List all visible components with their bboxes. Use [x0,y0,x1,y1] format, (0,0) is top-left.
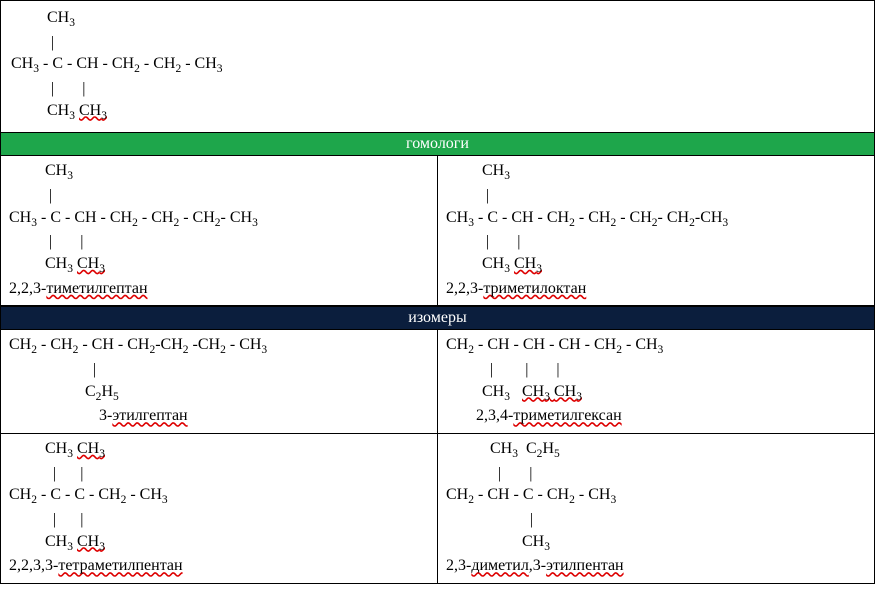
formula-line: CH3 CH3 [9,253,429,278]
isomers-row-1: CH2 - CH2 - CH - CH2-CH2 -CH2 - CH3 | C2… [1,330,874,434]
isomer-cell-2: CH2 - CH - CH - CH - CH2 - CH3 | | | CH3… [437,330,874,433]
formula-line: CH3 CH3 [446,253,866,278]
top-formula: CH3 | CH3 - C - CH - CH2 - CH2 - CH3 | |… [1,1,874,132]
formula-line: CH2 - CH - CH - CH - CH2 - CH3 [446,334,866,359]
formula-line: CH3 C2H5 [446,438,866,463]
formula-line: | [446,509,866,531]
formula-line: | [11,32,864,54]
homolog-cell-1: CH3 | CH3 - C - CH - CH2 - CH2 - CH2- CH… [1,156,437,305]
formula-line: CH3 [446,531,866,556]
formula-line: | | [446,231,866,253]
formula-line: CH3 - C - CH - CH2 - CH2 - CH3 [11,53,864,78]
formula-line: | [446,185,866,207]
formula-line: CH2 - C - C - CH2 - CH3 [9,484,429,509]
compound-name: 3-этилгептан [9,405,429,427]
homolog-cell-2: CH3 | CH3 - C - CH - CH2 - CH2 - CH2- CH… [437,156,874,305]
section-header-isomers: изомеры [1,306,874,330]
formula-line: CH3 [9,160,429,185]
formula-line: CH3 - C - CH - CH2 - CH2 - CH2- CH2-CH3 [446,207,866,232]
compound-name: 2,2,3-тиметилгептан [9,278,429,300]
formula-line: | | [446,463,866,485]
formula-line: C2H5 [9,381,429,406]
section-header-homologs: гомологи [1,132,874,156]
formula-line: CH3 CH3 CH3 [446,381,866,406]
formula-line: CH3 - C - CH - CH2 - CH2 - CH2- CH3 [9,207,429,232]
compound-name: 2,2,3,3-тетраметилпентан [9,555,429,577]
formula-line: CH3 [446,160,866,185]
formula-line: | | | [446,359,866,381]
formula-line: CH3 CH3 [9,531,429,556]
formula-line: CH3 CH3 [9,438,429,463]
formula-line: | | [9,509,429,531]
compound-name: 2,2,3-триметилоктан [446,278,866,300]
document-frame: CH3 | CH3 - C - CH - CH2 - CH2 - CH3 | |… [0,0,875,584]
formula-line: | | [9,231,429,253]
compound-name: 2,3-диметил,3-этилпентан [446,555,866,577]
formula-line: CH2 - CH - C - CH2 - CH3 [446,484,866,509]
isomer-cell-4: CH3 C2H5 | | CH2 - CH - C - CH2 - CH3 | … [437,434,874,583]
isomer-cell-1: CH2 - CH2 - CH - CH2-CH2 -CH2 - CH3 | C2… [1,330,437,433]
formula-line: | | [9,463,429,485]
homologs-row: CH3 | CH3 - C - CH - CH2 - CH2 - CH2- CH… [1,156,874,306]
isomers-row-2: CH3 CH3 | | CH2 - C - C - CH2 - CH3 | | … [1,434,874,583]
formula-line: CH2 - CH2 - CH - CH2-CH2 -CH2 - CH3 [9,334,429,359]
formula-line: | [9,185,429,207]
isomer-cell-3: CH3 CH3 | | CH2 - C - C - CH2 - CH3 | | … [1,434,437,583]
formula-line: | [9,359,429,381]
compound-name: 2,3,4-триметилгексан [446,405,866,427]
formula-line: | | [11,78,864,100]
formula-line: CH3 CH3 [11,100,864,125]
formula-line: CH3 [11,7,864,32]
